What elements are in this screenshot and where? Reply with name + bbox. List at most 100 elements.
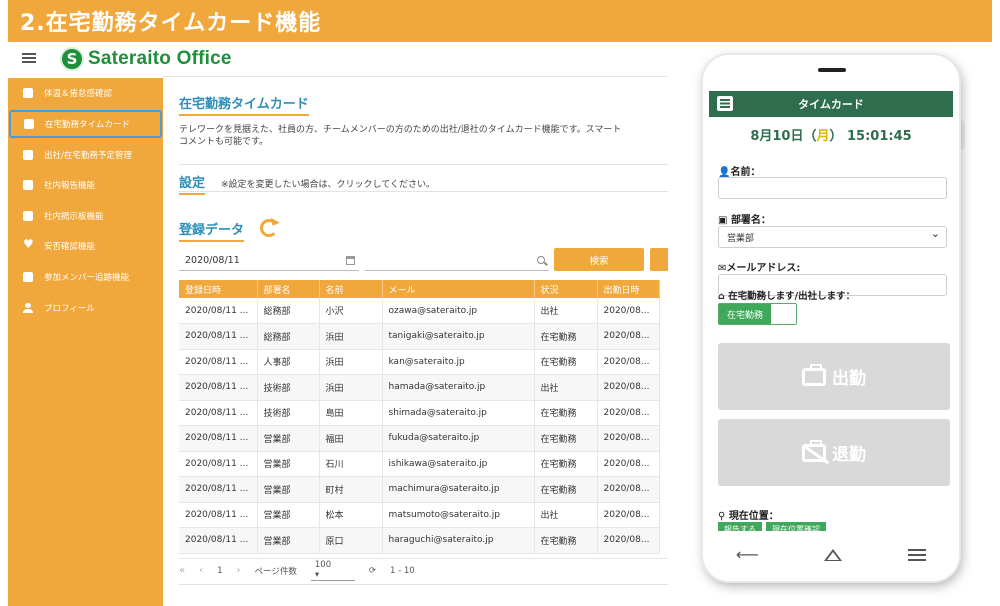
table-row[interactable]: 2020/08/11 ... 人事部 浜田 kan@sateraito.jp 在宅勤務 2… (179, 349, 660, 375)
hamburger-menu-icon[interactable] (22, 53, 36, 63)
sidebar-item-board[interactable]: 社内掲示板機能 (8, 202, 163, 230)
table-cell: 原口 (319, 527, 383, 554)
home-nav-icon[interactable] (824, 548, 843, 561)
date-filter-input[interactable]: 2020/08/11 (179, 251, 359, 271)
table-cell: kan@sateraito.jp (382, 349, 535, 375)
table-cell: 2020/08/11 ... (179, 527, 258, 554)
table-cell: 在宅勤務 (534, 425, 598, 452)
calendar-icon[interactable] (346, 256, 355, 265)
menu-nav-icon[interactable] (908, 548, 927, 561)
settings-note[interactable]: ※設定を変更したい場合は、クリックしてください。 (221, 177, 435, 190)
table-cell: 在宅勤務 (534, 400, 598, 426)
table-cell: fukuda@sateraito.jp (382, 425, 535, 452)
pagination: « ‹ 1 › ページ件数 100 ▾ ⟳ 1 - 10 (179, 558, 668, 582)
sidebar-item-temperature[interactable]: 体温＆倦怠感確認 (8, 79, 163, 107)
current-page: 1 (217, 565, 223, 576)
table-row[interactable]: 2020/08/11 ... 営業部 松本 matsumoto@sateraito.j… (179, 502, 660, 528)
back-arrow-icon[interactable]: ⟵ (736, 545, 759, 564)
column-header[interactable]: 状況 (534, 280, 598, 298)
list-menu-icon[interactable] (717, 96, 733, 111)
sidebar-item-label: 社内報告機能 (44, 181, 96, 191)
mail-label: ✉メールアドレス: (718, 259, 800, 274)
table-cell: 技術部 (257, 400, 320, 426)
dept-label: ▣ 部署名： (718, 211, 771, 226)
sidebar-item-safety[interactable]: 安否確認機能 (8, 232, 163, 260)
table-cell: 2020/08/11 ... (179, 425, 258, 452)
divider (179, 191, 668, 192)
calendar-icon (23, 150, 33, 160)
table-cell: shimada@sateraito.jp (382, 400, 535, 426)
location-buttons: 報告する 現在位置確認 (718, 522, 830, 531)
sidebar-item-timecard[interactable]: 在宅勤務タイムカード (9, 110, 162, 138)
column-header[interactable]: 出勤日時 (597, 280, 660, 298)
table-cell: 在宅勤務 (534, 527, 598, 554)
column-header[interactable]: 部署名 (257, 280, 320, 298)
table-cell: 2020/08... (597, 502, 660, 528)
sidebar-item-report[interactable]: 社内報告機能 (8, 171, 163, 199)
main-content: 在宅勤務タイムカード テレワークを見据えた、社員の方、チームメンバーの方のための… (163, 78, 668, 606)
column-header[interactable]: 名前 (319, 280, 383, 298)
table-cell: 2020/08/11 ... (179, 476, 258, 503)
work-mode-toggle[interactable]: 在宅勤務 (718, 303, 797, 325)
time-text: 15:01:45 (847, 129, 912, 144)
table-row[interactable]: 2020/08/11 ... 総務部 小沢 ozawa@sateraito.jp 出社 2… (179, 298, 660, 324)
search-button[interactable]: 検索 (554, 248, 644, 271)
table-cell: 2020/08... (597, 400, 660, 426)
phone-nav-bar: ⟵ (703, 545, 959, 564)
table-row[interactable]: 2020/08/11 ... 営業部 町村 machimura@sateraito.j… (179, 476, 660, 503)
table-row[interactable]: 2020/08/11 ... 営業部 原口 haraguchi@sateraito.j… (179, 527, 660, 554)
page-size-select[interactable]: 100 ▾ (310, 560, 355, 581)
table-cell: 在宅勤務 (534, 476, 598, 503)
table-cell: 浜田 (319, 349, 383, 375)
check-location-button[interactable]: 現在位置確認 (766, 522, 826, 531)
logo-mark: S (60, 47, 84, 71)
column-header[interactable]: 登録日時 (179, 280, 258, 298)
sidebar-item-profile[interactable]: プロフィール (8, 294, 163, 322)
card-icon (24, 119, 34, 129)
map-pin-icon: ⚲ (718, 511, 726, 522)
page-title: 在宅勤務タイムカード (179, 93, 309, 116)
divider (179, 164, 668, 165)
table-row[interactable]: 2020/08/11 ... 技術部 島田 shimada@sateraito.jp 在… (179, 400, 660, 426)
name-input[interactable] (718, 177, 947, 199)
table-cell: hamada@sateraito.jp (382, 374, 535, 401)
date-filter-value: 2020/08/11 (185, 255, 240, 266)
page-description: テレワークを見据えた、社員の方、チームメンバーの方のための出社/退社のタイムカー… (179, 124, 668, 148)
refresh-icon[interactable]: ⟳ (369, 566, 376, 576)
name-label: 👤名前： (718, 163, 760, 178)
table-cell: 2020/08/11 ... (179, 298, 258, 324)
sidebar-item-tracking[interactable]: 参加メンバー追跡機能 (8, 263, 163, 291)
app-logo[interactable]: S Sateraito Office (60, 46, 232, 72)
table-row[interactable]: 2020/08/11 ... 技術部 浜田 hamada@sateraito.jp 出社… (179, 374, 660, 401)
report-button[interactable]: 報告する (718, 522, 762, 531)
table-cell: 2020/08... (597, 476, 660, 503)
search-input[interactable] (365, 251, 549, 271)
table-cell: 2020/08... (597, 527, 660, 554)
table-row[interactable]: 2020/08/11 ... 営業部 石川 ishikawa@sateraito.jp… (179, 451, 660, 477)
prev-page-button[interactable]: ‹ (199, 565, 203, 576)
refresh-icon[interactable] (260, 219, 278, 237)
table-cell: 出社 (534, 298, 598, 324)
table-cell: 石川 (319, 451, 383, 477)
next-page-button[interactable]: › (237, 565, 241, 576)
briefcase-off-icon (802, 439, 826, 462)
divider (179, 584, 668, 585)
weekday-text: 月 (816, 129, 830, 144)
table-cell: 在宅勤務 (534, 323, 598, 350)
table-row[interactable]: 2020/08/11 ... 総務部 浜田 tanigaki@sateraito.jp… (179, 323, 660, 350)
extra-action-button[interactable] (650, 248, 668, 271)
clock-in-button[interactable]: 出勤 (718, 343, 950, 410)
table-cell: 浜田 (319, 323, 383, 350)
column-header[interactable]: メール (382, 280, 535, 298)
dashboard-icon (23, 88, 33, 98)
dept-select[interactable]: 営業部 (718, 226, 947, 248)
banner-title: 2.在宅勤務タイムカード機能 (20, 11, 322, 36)
first-page-button[interactable]: « (179, 565, 185, 576)
table-cell: 営業部 (257, 425, 320, 452)
table-row[interactable]: 2020/08/11 ... 営業部 福田 fukuda@sateraito.jp 在宅… (179, 425, 660, 452)
table-cell: 出社 (534, 502, 598, 528)
clock-out-button[interactable]: 退勤 (718, 419, 950, 486)
banner: 2.在宅勤務タイムカード機能 (8, 0, 992, 42)
sidebar-item-schedule[interactable]: 出社/在宅勤務予定管理 (8, 141, 163, 169)
table-cell: 在宅勤務 (534, 349, 598, 375)
